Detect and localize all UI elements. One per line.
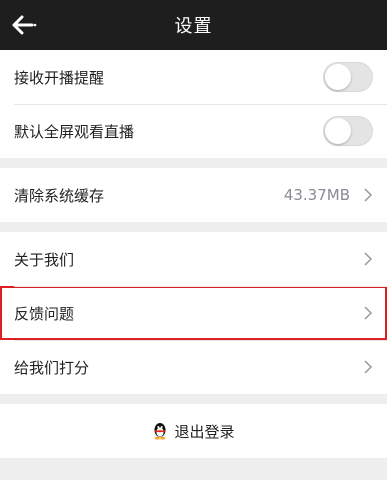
cache-size-value: 43.37MB xyxy=(283,186,350,204)
live-alert-row: 接收开播提醒 xyxy=(0,50,387,104)
about-us-label: 关于我们 xyxy=(14,250,75,269)
fullscreen-toggle[interactable] xyxy=(323,116,373,146)
live-alert-toggle[interactable] xyxy=(323,62,373,92)
chevron-right-icon xyxy=(364,360,373,374)
about-us-row[interactable]: 关于我们 xyxy=(0,232,387,286)
rate-us-label: 给我们打分 xyxy=(14,358,90,377)
notification-settings-group: 接收开播提醒 默认全屏观看直播 xyxy=(0,50,387,158)
feedback-row[interactable]: 反馈问题 xyxy=(0,286,387,340)
feedback-label: 反馈问题 xyxy=(14,304,75,323)
back-arrow-icon[interactable] xyxy=(12,13,40,37)
about-group: 关于我们 反馈问题 给我们打分 xyxy=(0,232,387,394)
cache-group: 清除系统缓存 43.37MB xyxy=(0,168,387,222)
fullscreen-row: 默认全屏观看直播 xyxy=(0,104,387,158)
fullscreen-label: 默认全屏观看直播 xyxy=(14,122,135,141)
qq-penguin-icon xyxy=(154,423,166,440)
toggle-knob xyxy=(325,64,351,90)
page-title: 设置 xyxy=(174,16,213,37)
logout-button[interactable]: 退出登录 xyxy=(0,404,387,458)
clear-cache-row[interactable]: 清除系统缓存 43.37MB xyxy=(0,168,387,222)
rate-us-row[interactable]: 给我们打分 xyxy=(0,340,387,394)
toggle-knob xyxy=(325,118,351,144)
chevron-right-icon xyxy=(364,306,373,320)
live-alert-label: 接收开播提醒 xyxy=(14,68,105,87)
top-bar: 设置 xyxy=(0,0,387,50)
logout-label: 退出登录 xyxy=(174,422,235,441)
chevron-right-icon xyxy=(364,252,373,266)
chevron-right-icon xyxy=(364,188,373,202)
clear-cache-label: 清除系统缓存 xyxy=(14,186,105,205)
